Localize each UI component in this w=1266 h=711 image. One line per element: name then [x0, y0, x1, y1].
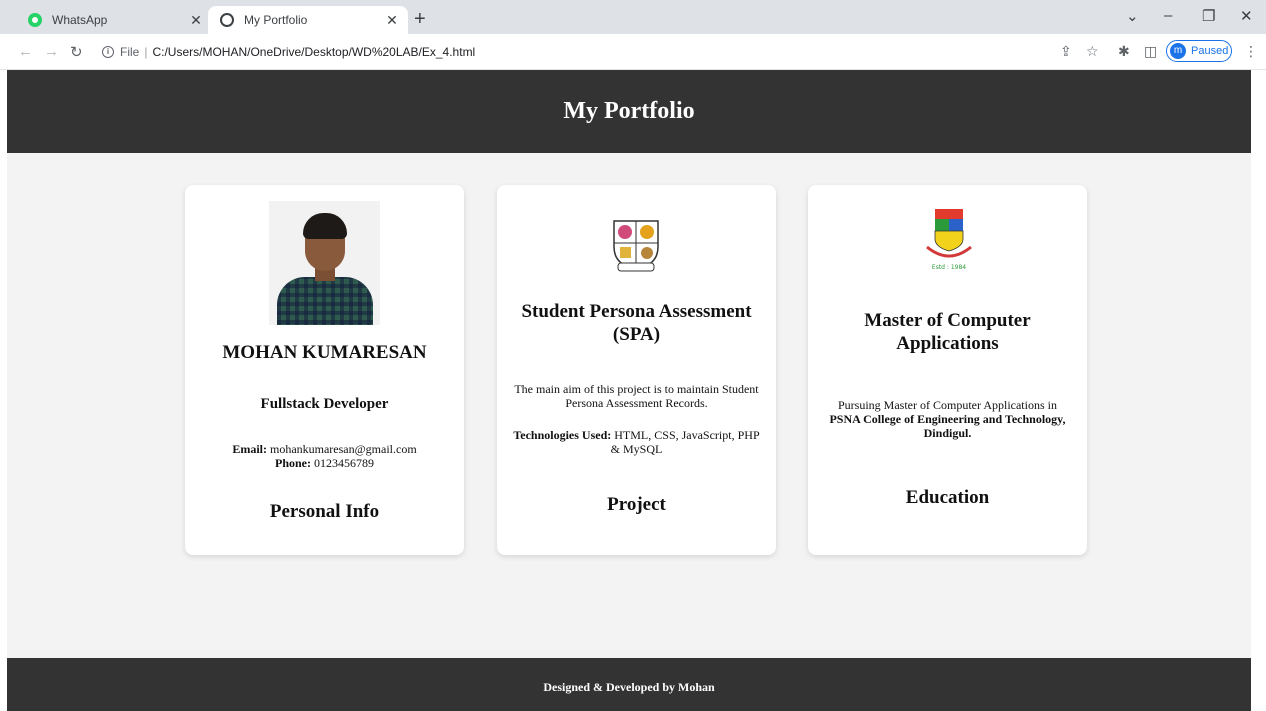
new-tab-button[interactable]: +: [414, 8, 426, 30]
project-title: Student Persona Assessment (SPA): [521, 301, 752, 345]
page: My Portfolio MOHAN KUMARESAN Fullstack D…: [7, 70, 1251, 711]
page-header: My Portfolio: [7, 70, 1251, 153]
profile-status: Paused: [1191, 45, 1229, 57]
section-title: Personal Info: [269, 501, 380, 522]
project-tech: Technologies Used: HTML, CSS, JavaScript…: [497, 428, 776, 456]
minimize-icon[interactable]: –: [1164, 7, 1172, 24]
phone-label: Phone:: [275, 456, 311, 470]
address-bar[interactable]: i File | C:/Users/MOHAN/OneDrive/Desktop…: [96, 39, 1106, 65]
page-footer: Designed & Developed by Mohan: [7, 658, 1251, 711]
card-personal-info: MOHAN KUMARESAN Fullstack Developer Emai…: [185, 185, 464, 555]
profile-photo: [269, 201, 380, 325]
url-scheme: File: [120, 45, 140, 59]
education-description: Pursuing Master of Computer Applications…: [808, 398, 1087, 440]
reload-icon[interactable]: ↻: [70, 43, 83, 61]
psna-crest-logo: [613, 220, 659, 272]
close-tab-icon[interactable]: ✕: [382, 12, 402, 29]
tab-strip: WhatsApp ✕ My Portfolio ✕ + ⌄ – ❐ ✕: [0, 0, 1266, 34]
college-logo: Estd : 1984: [926, 209, 972, 271]
extensions-icon[interactable]: ✱: [1118, 43, 1130, 60]
phone-value: 0123456789: [314, 456, 374, 470]
share-icon[interactable]: ⇪: [1060, 43, 1072, 60]
tab-whatsapp[interactable]: WhatsApp ✕: [16, 6, 212, 34]
bookmark-star-icon[interactable]: ☆: [1086, 43, 1099, 60]
tab-title: WhatsApp: [52, 13, 108, 27]
whatsapp-icon: [28, 13, 42, 27]
email-value: mohankumaresan@gmail.com: [269, 442, 417, 456]
education-title: Master of Computer Applications: [864, 310, 1031, 354]
url-text[interactable]: C:/Users/MOHAN/OneDrive/Desktop/WD%20LAB…: [152, 45, 475, 59]
info-icon[interactable]: i: [102, 46, 114, 58]
back-icon[interactable]: ←: [18, 43, 33, 60]
forward-icon[interactable]: →: [44, 43, 59, 60]
tab-title: My Portfolio: [244, 13, 308, 27]
email-label: Email:: [232, 442, 267, 456]
footer-text: Designed & Developed by Mohan: [543, 680, 715, 694]
card-project: Student Persona Assessment (SPA) The mai…: [497, 185, 776, 555]
tab-my-portfolio[interactable]: My Portfolio ✕: [208, 6, 408, 34]
person-name: MOHAN KUMARESAN: [222, 342, 427, 363]
project-description: The main aim of this project is to maint…: [514, 382, 759, 410]
profile-button[interactable]: m Paused: [1166, 40, 1232, 62]
tab-search-icon[interactable]: ⌄: [1126, 7, 1139, 25]
person-role: Fullstack Developer: [260, 396, 389, 412]
section-title: Project: [607, 494, 666, 515]
tech-value: HTML, CSS, JavaScript, PHP & MySQL: [610, 428, 760, 456]
page-title: My Portfolio: [563, 98, 695, 124]
close-window-icon[interactable]: ✕: [1240, 7, 1253, 25]
college-name: PSNA College of Engineering and Technolo…: [829, 412, 1066, 440]
close-tab-icon[interactable]: ✕: [186, 12, 206, 29]
url-separator: |: [144, 45, 148, 59]
contact-info: Email: mohankumaresan@gmail.com Phone: 0…: [185, 442, 464, 470]
toolbar: ← → ↻ i File | C:/Users/MOHAN/OneDrive/D…: [0, 34, 1266, 70]
section-title: Education: [905, 487, 990, 508]
education-text: Pursuing Master of Computer Applications…: [838, 398, 1057, 412]
avatar: m: [1170, 43, 1186, 59]
card-education: Estd : 1984 Master of Computer Applicati…: [808, 185, 1087, 555]
tech-label: Technologies Used:: [513, 428, 612, 442]
logo-caption: Estd : 1984: [932, 264, 966, 271]
globe-icon: [220, 13, 234, 27]
menu-icon[interactable]: ⋮: [1244, 43, 1258, 60]
restore-icon[interactable]: ❐: [1202, 7, 1215, 25]
side-panel-icon[interactable]: ◫: [1144, 43, 1157, 60]
